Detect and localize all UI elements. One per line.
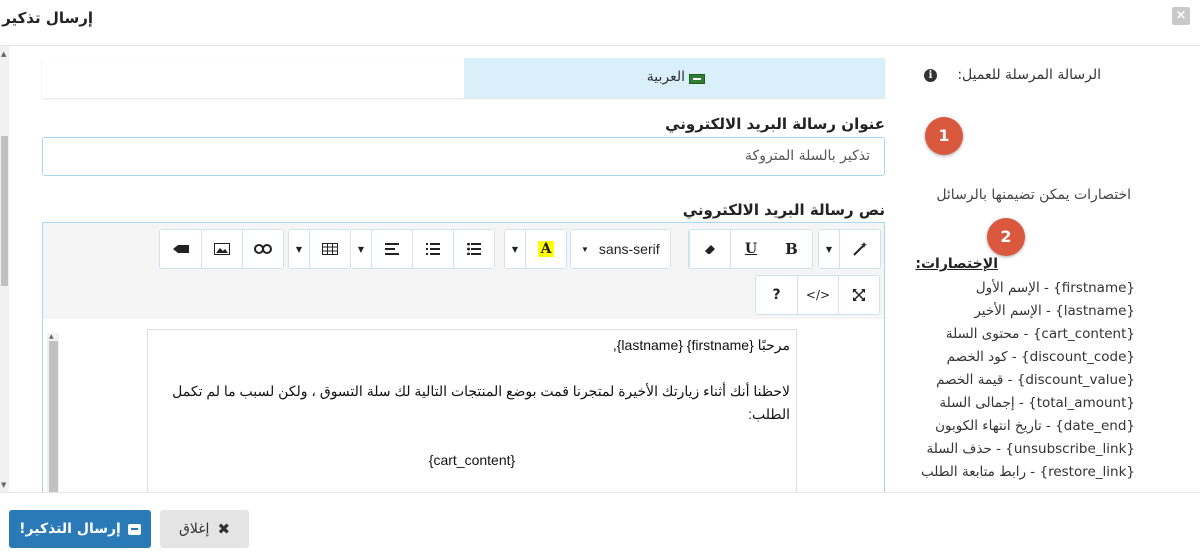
shortcut-item: {discount_value} - قيمة الخصم (936, 372, 1135, 388)
envelope-icon (127, 523, 141, 535)
close-button[interactable]: ✖ إغلاق (160, 510, 249, 548)
toolbar-group-fontname: ▼ sans-serif (570, 229, 671, 269)
flag-icon (689, 74, 705, 84)
editor-scrollbar[interactable]: ▲ (47, 333, 59, 492)
close-icon: ✖ (217, 520, 231, 538)
link-button[interactable] (242, 230, 283, 268)
send-reminder-button[interactable]: إرسال التذكير! (9, 510, 151, 548)
link-icon (254, 244, 272, 254)
subject-label: عنوان رسالة البريد الالكتروني (665, 115, 885, 133)
eraser-icon (705, 245, 715, 254)
modal-header: إرسال تذكير × (0, 0, 1200, 46)
shortcuts-list: {firstname} - الإسم الأول {lastname} - ا… (921, 277, 1135, 484)
unordered-list-button[interactable] (453, 230, 494, 268)
underline-button[interactable]: U (730, 230, 771, 268)
modal-footer: إرسال التذكير! ✖ إغلاق (0, 492, 1200, 554)
editor-content-area[interactable]: ▲ مرحبًا {firstname} {lastname}, لاحظنا … (43, 319, 884, 492)
language-tabs: العربية (42, 58, 885, 98)
scrollbar-thumb[interactable] (1, 136, 8, 286)
table-dropdown-button[interactable]: ▼ (289, 230, 309, 268)
color-dropdown-button[interactable]: ▼ (505, 230, 525, 268)
chevron-down-icon: ▼ (357, 244, 365, 254)
toolbar-group-table: ▼ (288, 229, 351, 269)
shortcuts-title: الإختصارات: (915, 256, 998, 272)
image-button[interactable] (201, 230, 242, 268)
toolbar-group-color: ▼ A (504, 229, 567, 269)
shortcuts-description: اختصارات يمكن تضيمنها بالرسائل (936, 187, 1131, 203)
ordered-list-icon (426, 243, 440, 255)
body-label: نص رسالة البريد الالكتروني (682, 201, 885, 219)
scroll-up-icon[interactable]: ▲ (1, 50, 6, 58)
shortcut-item: {cart_content} - محتوى السلة (945, 326, 1135, 342)
shortcuts-panel: الرسالة المرسلة للعميل: i 1 اختصارات يمك… (905, 46, 1200, 492)
help-button[interactable]: ? (756, 276, 797, 314)
paragraph-dropdown-button[interactable]: ▼ (351, 230, 371, 268)
scrollbar-thumb[interactable] (49, 341, 58, 492)
font-color-button[interactable]: A (525, 230, 566, 268)
email-body[interactable]: مرحبًا {firstname} {lastname}, لاحظنا أن… (147, 329, 797, 492)
toolbar-group-style: ▼ (818, 229, 881, 269)
toolbar-group-misc: ? </> (755, 275, 880, 315)
shortcut-item: {discount_code} - كود الخصم (946, 349, 1135, 365)
bold-button[interactable]: B (771, 230, 812, 268)
close-icon[interactable]: × (1172, 7, 1190, 25)
eraser-button[interactable] (689, 230, 730, 268)
chevron-down-icon: ▼ (511, 244, 519, 254)
step-badge-1: 1 (925, 117, 963, 155)
code-view-button[interactable]: </> (797, 276, 838, 314)
align-left-icon (385, 243, 399, 255)
info-icon[interactable]: i (924, 69, 937, 82)
scroll-down-icon[interactable]: ▼ (1, 481, 6, 489)
align-button[interactable] (371, 230, 412, 268)
shortcut-item: {date_end} - تاريخ انتهاء الكوبون (935, 418, 1135, 434)
greeting-line: مرحبًا {firstname} {lastname}, (612, 337, 790, 353)
scroll-up-icon[interactable]: ▲ (49, 333, 54, 340)
step-badge-2: 2 (987, 218, 1025, 256)
shortcut-item: {unsubscribe_link} - حذف السلة (926, 441, 1136, 457)
table-icon (322, 243, 338, 255)
font-family-select[interactable]: ▼ sans-serif (571, 230, 670, 268)
modal-title: إرسال تذكير (2, 9, 93, 27)
unordered-list-icon (467, 243, 481, 255)
ordered-list-button[interactable] (412, 230, 453, 268)
fullscreen-button[interactable] (838, 276, 879, 314)
modal-scrollbar[interactable]: ▲ ▼ (0, 46, 9, 492)
body-paragraph: لاحظنا أنك أثناء زيارتك الأخيرة لمتجرنا … (172, 383, 790, 422)
video-icon (172, 245, 189, 253)
shortcut-item: {restore_link} - رابط متابعة الطلب (921, 464, 1135, 480)
message-label: الرسالة المرسلة للعميل: (957, 67, 1101, 83)
tab-label: العربية (646, 69, 685, 85)
send-reminder-modal: إرسال تذكير × ▲ ▼ الرسالة المرسلة للعميل… (0, 0, 1200, 554)
toolbar-group-font: B U (688, 229, 813, 269)
chevron-down-icon: ▼ (825, 244, 833, 254)
fullscreen-icon (853, 289, 865, 301)
image-icon (214, 243, 230, 255)
shortcut-item: {lastname} - الإسم الأخير (974, 303, 1135, 319)
toolbar-group-paragraph: ▼ (350, 229, 495, 269)
tab-arabic[interactable]: العربية (464, 58, 885, 98)
magic-wand-button[interactable] (839, 230, 880, 268)
style-dropdown-button[interactable]: ▼ (819, 230, 839, 268)
rich-text-editor: ▼ B U ▼ sans-serif ▼ A ▼ ▼ ? </> ▲ مرحبً… (42, 222, 885, 492)
table-button[interactable] (309, 230, 350, 268)
magic-wand-icon (853, 242, 867, 256)
shortcut-item: {firstname} - الإسم الأول (975, 280, 1135, 296)
shortcut-item: {total_amount} - إجمالى السلة (939, 395, 1135, 411)
video-button[interactable] (160, 230, 201, 268)
chevron-down-icon: ▼ (581, 244, 589, 254)
toolbar-group-insert (159, 229, 284, 269)
chevron-down-icon: ▼ (295, 244, 303, 254)
cart-content-placeholder: {cart_content} (428, 452, 516, 468)
subject-input[interactable]: تذكير بالسلة المتروكة (42, 137, 885, 176)
